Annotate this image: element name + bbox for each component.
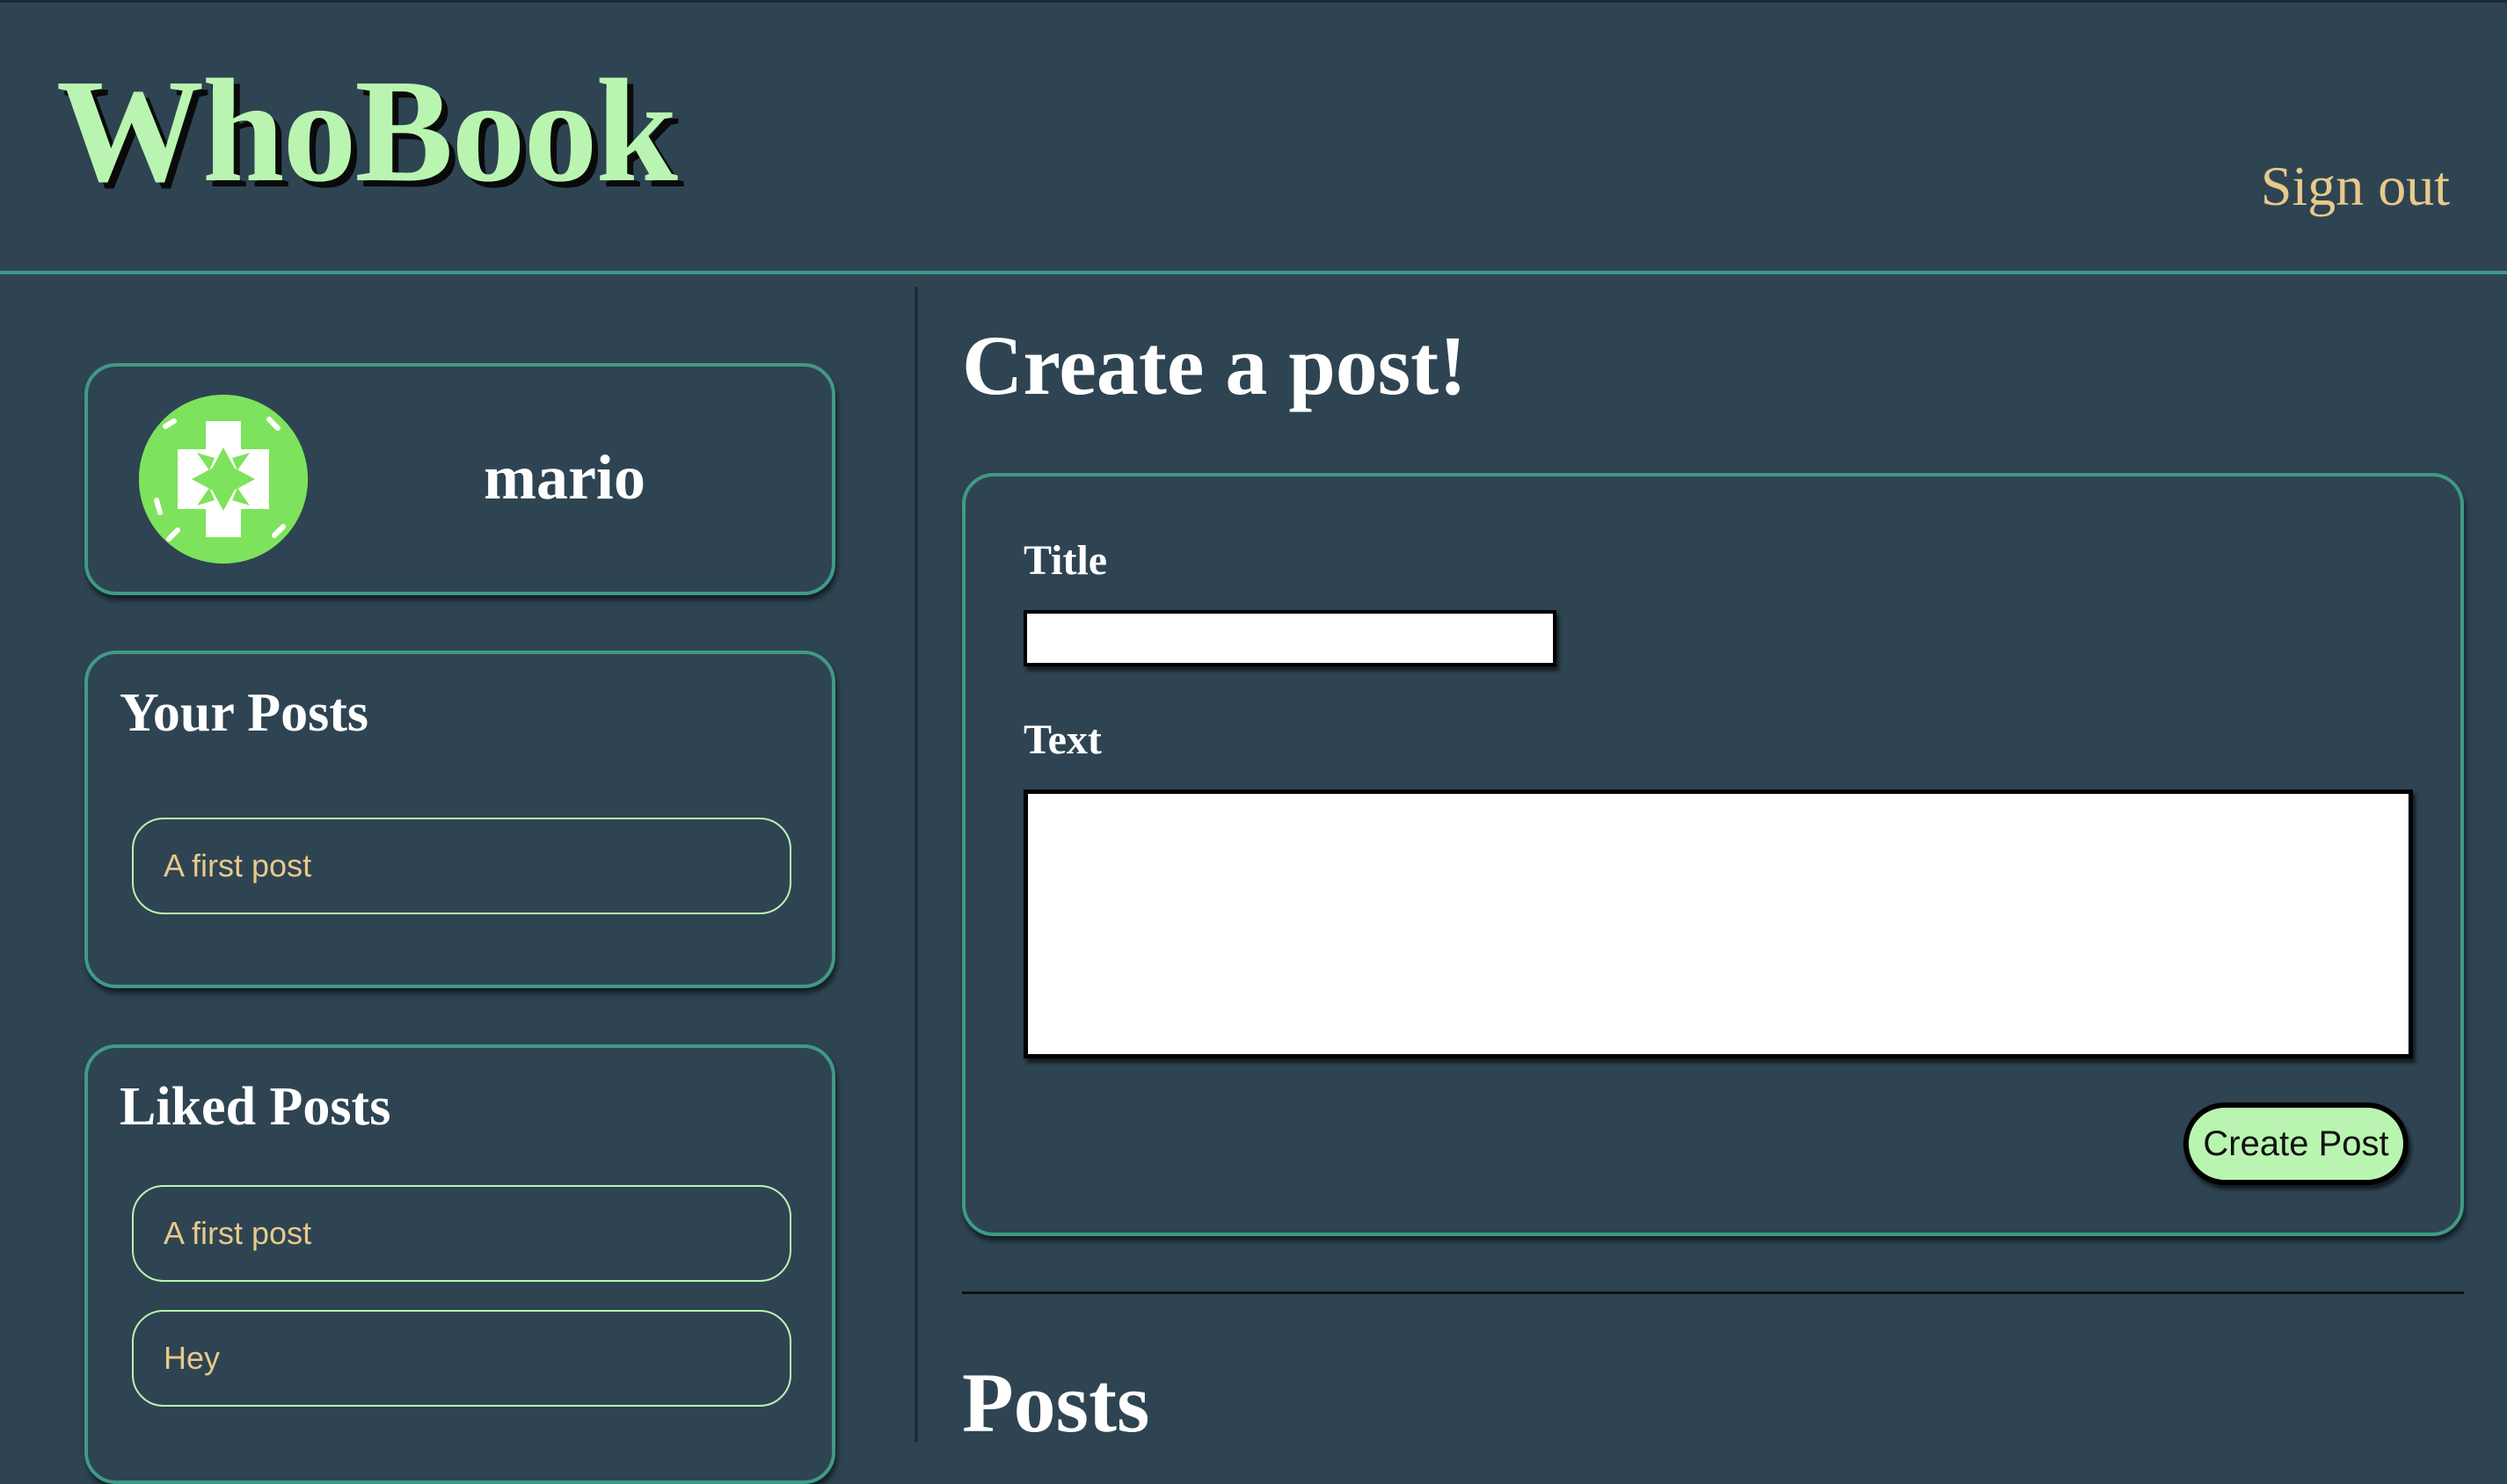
profile-username: mario xyxy=(484,442,645,513)
create-post-button[interactable]: Create Post xyxy=(2183,1102,2409,1185)
avatar-icon[interactable] xyxy=(139,395,308,564)
create-post-heading: Create a post! xyxy=(962,318,1468,412)
liked-post-item[interactable]: A first post xyxy=(132,1185,791,1282)
profile-card: mario xyxy=(84,363,835,595)
posts-heading: Posts xyxy=(962,1356,1150,1450)
column-divider xyxy=(915,287,918,1442)
text-label: Text xyxy=(1024,717,1102,763)
section-divider xyxy=(962,1291,2464,1294)
create-post-form: Title Text Create Post xyxy=(962,473,2464,1236)
your-posts-title: Your Posts xyxy=(120,683,369,743)
app-logo[interactable]: WhoBook xyxy=(56,57,678,205)
sign-out-link[interactable]: Sign out xyxy=(2261,154,2450,219)
liked-posts-card: Liked Posts A first post Hey xyxy=(84,1044,835,1484)
your-posts-card: Your Posts A first post xyxy=(84,651,835,988)
title-label: Title xyxy=(1024,537,1108,584)
liked-post-item[interactable]: Hey xyxy=(132,1310,791,1407)
your-post-item[interactable]: A first post xyxy=(132,818,791,914)
title-input[interactable] xyxy=(1024,610,1556,666)
top-header: WhoBook Sign out xyxy=(0,0,2507,274)
text-input[interactable] xyxy=(1024,789,2413,1058)
liked-posts-title: Liked Posts xyxy=(120,1077,391,1137)
